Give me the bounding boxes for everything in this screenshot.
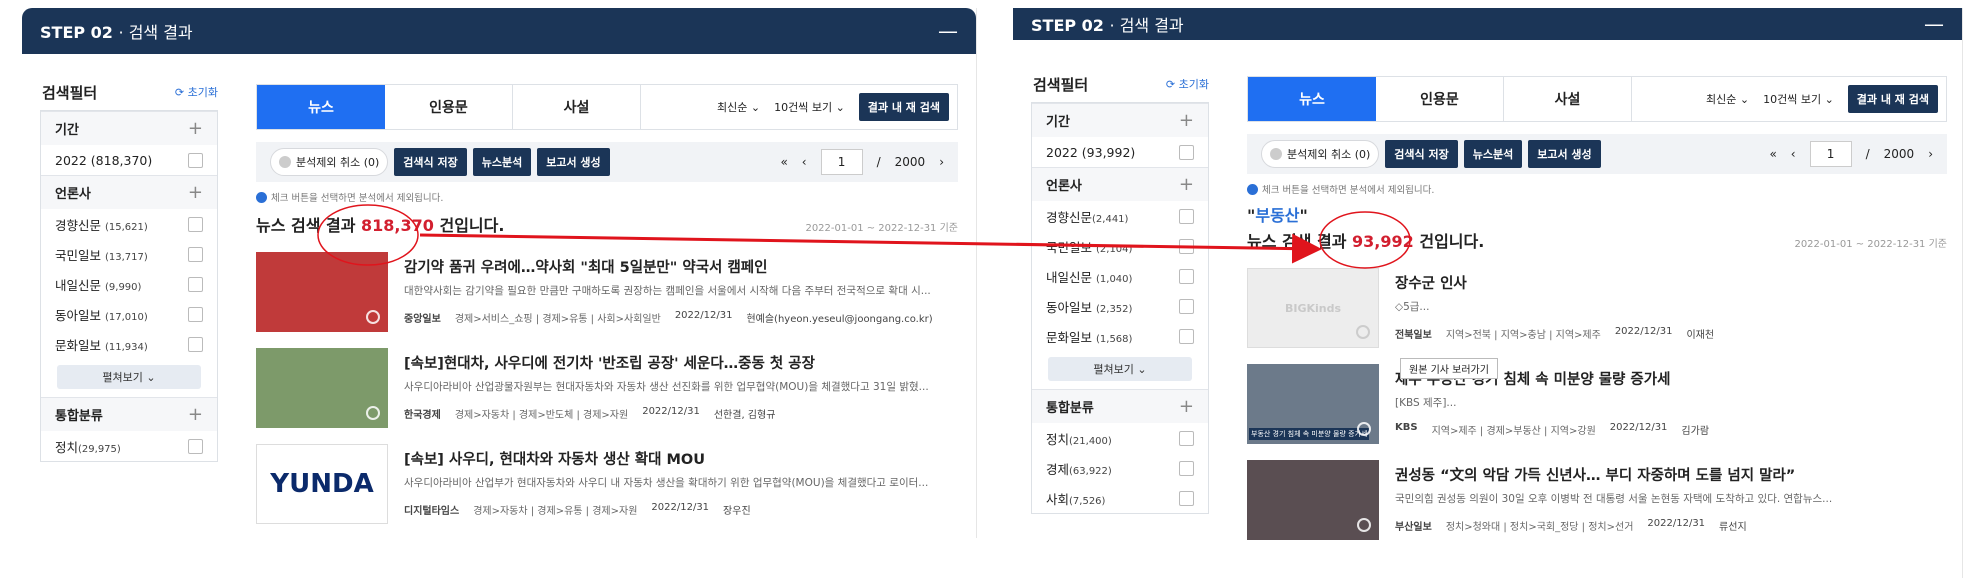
- annotation-arrow: [419, 233, 1322, 264]
- annotation-ellipse-left: [317, 204, 419, 266]
- annotation-overlay: [317, 204, 1411, 269]
- annotation-ellipse-right: [1319, 211, 1411, 269]
